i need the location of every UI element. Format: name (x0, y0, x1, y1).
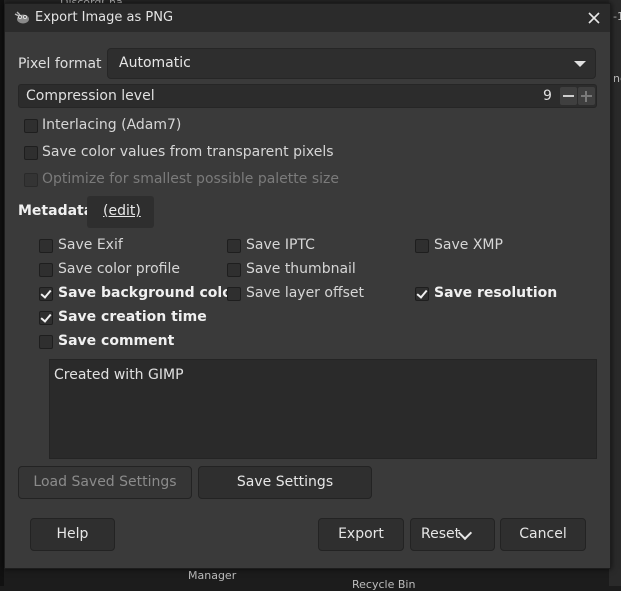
export-button[interactable]: Export (318, 518, 404, 551)
save-xmp-label[interactable]: Save XMP (434, 237, 503, 253)
save-iptc-checkbox[interactable] (227, 239, 241, 253)
interlacing-label[interactable]: Interlacing (Adam7) (42, 117, 181, 133)
metadata-edit-button[interactable]: (edit) (87, 196, 154, 228)
save-exif-checkbox[interactable] (39, 239, 53, 253)
compression-level-spinner[interactable]: Compression level 9 (18, 84, 597, 108)
pixel-format-label: Pixel format (18, 56, 102, 72)
save-layer-offset-label[interactable]: Save layer offset (246, 285, 364, 301)
save-settings-button[interactable]: Save Settings (198, 466, 372, 499)
checkmark-icon (40, 287, 52, 299)
plus-icon-vertical (585, 91, 587, 102)
close-icon[interactable] (583, 7, 605, 29)
decrement-button[interactable] (560, 87, 577, 105)
background-bottom-label-2: Recycle Bin (352, 578, 416, 591)
increment-button[interactable] (578, 87, 595, 105)
reset-label: Reset (421, 526, 461, 542)
save-iptc-label[interactable]: Save IPTC (246, 237, 315, 253)
optimize-palette-checkbox (24, 173, 38, 187)
save-comment-label[interactable]: Save comment (58, 333, 174, 349)
save-comment-checkbox[interactable] (39, 335, 53, 349)
save-transparent-values-label[interactable]: Save color values from transparent pixel… (42, 144, 334, 160)
metadata-edit-label: (edit) (103, 203, 141, 219)
save-resolution-label[interactable]: Save resolution (434, 285, 557, 301)
save-exif-label[interactable]: Save Exif (58, 237, 123, 253)
metadata-heading: Metadata (18, 203, 94, 219)
save-xmp-checkbox[interactable] (415, 239, 429, 253)
pixel-format-dropdown[interactable]: Automatic (107, 48, 596, 79)
dialog-title: Export Image as PNG (35, 10, 174, 25)
save-thumbnail-checkbox[interactable] (227, 263, 241, 277)
compression-level-label: Compression level (26, 88, 155, 104)
save-color-profile-checkbox[interactable] (39, 263, 53, 277)
save-background-color-checkbox[interactable] (39, 287, 53, 301)
gimp-icon (14, 11, 29, 24)
interlacing-checkbox[interactable] (24, 119, 38, 133)
save-color-profile-label[interactable]: Save color profile (58, 261, 180, 277)
save-layer-offset-checkbox[interactable] (227, 287, 241, 301)
background-bottom-label: Manager (188, 569, 237, 582)
save-resolution-checkbox[interactable] (415, 287, 429, 301)
chevron-down-icon (574, 61, 586, 67)
pixel-format-value: Automatic (119, 55, 191, 71)
comment-textarea[interactable]: Created with GIMP (49, 359, 597, 459)
checkmark-icon (416, 287, 428, 299)
cancel-button[interactable]: Cancel (500, 518, 586, 551)
save-transparent-values-checkbox[interactable] (24, 146, 38, 160)
export-png-dialog: Export Image as PNG Pixel format Automat… (4, 3, 611, 569)
checkmark-icon (40, 311, 52, 323)
load-saved-settings-button[interactable]: Load Saved Settings (18, 466, 192, 499)
background-right-text-2: ne (613, 72, 621, 85)
help-button[interactable]: Help (30, 518, 115, 551)
dialog-titlebar[interactable]: Export Image as PNG (5, 4, 610, 32)
minus-icon (563, 95, 574, 97)
save-background-color-label[interactable]: Save background color (58, 285, 239, 301)
comment-text: Created with GIMP (54, 367, 184, 383)
reset-button[interactable]: Reset (410, 518, 495, 551)
save-thumbnail-label[interactable]: Save thumbnail (246, 261, 356, 277)
background-right-text-1: -1 (613, 10, 621, 23)
compression-level-value[interactable]: 9 (543, 88, 552, 104)
save-creation-time-label[interactable]: Save creation time (58, 309, 207, 325)
save-creation-time-checkbox[interactable] (39, 311, 53, 325)
optimize-palette-label: Optimize for smallest possible palette s… (42, 171, 339, 187)
